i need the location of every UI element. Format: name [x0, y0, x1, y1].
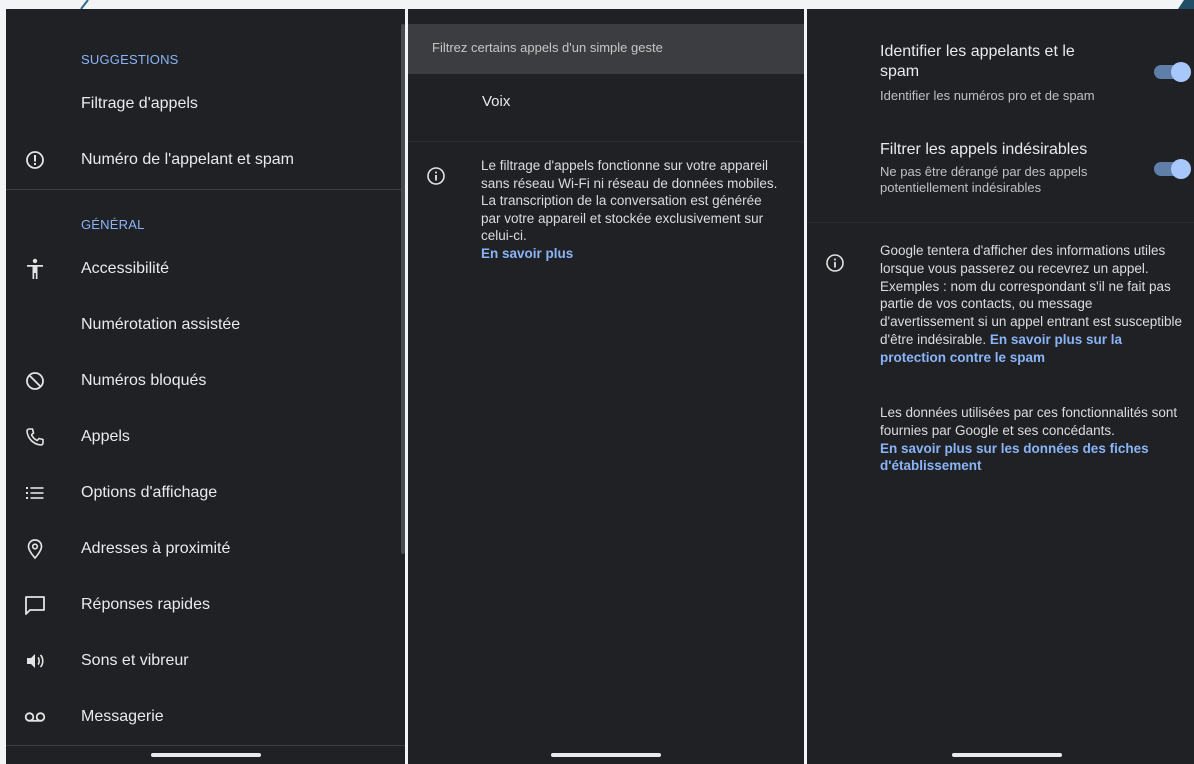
- accessibility-icon: [24, 258, 46, 280]
- settings-item-label: Sons et vibreur: [81, 652, 189, 669]
- filter-spam-toggle[interactable]: [1154, 159, 1191, 179]
- divider: [807, 222, 1194, 223]
- call-screening-header: Filtrez certains appels d'un simple gest…: [408, 24, 804, 74]
- message-icon: [24, 594, 46, 616]
- data-info-text: Les données utilisées par ces fonctionna…: [880, 404, 1190, 475]
- settings-item-label: Adresses à proximité: [81, 540, 231, 557]
- settings-item-call-screening[interactable]: Filtrage d'appels: [6, 76, 405, 132]
- voice-setting[interactable]: Voix: [482, 93, 510, 110]
- settings-item-label: Appels: [81, 428, 130, 445]
- settings-item-blocked-numbers[interactable]: Numéros bloqués: [6, 353, 405, 409]
- header-text: Filtrez certains appels d'un simple gest…: [432, 40, 663, 55]
- home-indicator[interactable]: [952, 753, 1062, 757]
- spam-info-text: Google tentera d'afficher des informatio…: [880, 242, 1190, 367]
- caller-id-spam-panel: Identifier les appelants et le spam Iden…: [807, 9, 1194, 764]
- info-description: Le filtrage d'appels fonctionne sur votr…: [481, 158, 778, 243]
- phone-icon: [24, 426, 46, 448]
- settings-item-voicemail[interactable]: Messagerie: [6, 689, 405, 745]
- section-header-general: GÉNÉRAL: [81, 217, 145, 232]
- list-icon: [24, 482, 46, 504]
- settings-item-label: Messagerie: [81, 708, 164, 725]
- section-header-suggestions: SUGGESTIONS: [81, 52, 179, 67]
- toggle-knob: [1171, 62, 1191, 82]
- settings-item-sounds-vibration[interactable]: Sons et vibreur: [6, 633, 405, 689]
- home-indicator[interactable]: [551, 753, 661, 757]
- identify-callers-toggle[interactable]: [1154, 62, 1191, 82]
- divider: [408, 141, 804, 142]
- toggle-title-filter-spam: Filtrer les appels indésirables: [880, 141, 1088, 158]
- settings-item-assisted-dialing[interactable]: Numérotation assistée: [6, 297, 405, 353]
- learn-more-link[interactable]: En savoir plus: [481, 246, 573, 261]
- divider: [6, 745, 405, 746]
- toggle-knob: [1171, 159, 1191, 179]
- settings-item-caller-id-spam[interactable]: Numéro de l'appelant et spam: [6, 132, 405, 188]
- settings-item-label: Numéros bloqués: [81, 372, 207, 389]
- info-icon: [825, 253, 845, 278]
- info-text: Le filtrage d'appels fonctionne sur votr…: [481, 157, 781, 262]
- location-icon: [24, 538, 46, 560]
- settings-item-label: Réponses rapides: [81, 596, 210, 613]
- settings-item-label: Numéro de l'appelant et spam: [81, 151, 294, 168]
- settings-panel: SUGGESTIONS Filtrage d'appels Numéro de …: [6, 9, 405, 764]
- edge-mark: [80, 0, 89, 9]
- settings-item-label: Filtrage d'appels: [81, 95, 198, 112]
- business-data-link[interactable]: En savoir plus sur les données des fiche…: [880, 441, 1149, 474]
- divider: [6, 189, 405, 190]
- info-icon: [426, 166, 446, 191]
- toggle-title-identify-callers: Identifier les appelants et le spam: [880, 43, 1075, 80]
- voicemail-icon: [24, 706, 46, 728]
- block-icon: [24, 370, 46, 392]
- settings-item-label: Options d'affichage: [81, 484, 218, 501]
- toggle-subtitle-identify-callers: Identifier les numéros pro et de spam: [880, 88, 1095, 103]
- settings-item-label: Accessibilité: [81, 260, 170, 277]
- call-screening-panel: Filtrez certains appels d'un simple gest…: [408, 9, 804, 764]
- data-info-description: Les données utilisées par ces fonctionna…: [880, 405, 1178, 438]
- scrollbar[interactable]: [401, 24, 405, 554]
- settings-item-accessibility[interactable]: Accessibilité: [6, 241, 405, 297]
- home-indicator[interactable]: [151, 753, 261, 757]
- alert-circle-icon: [24, 149, 46, 171]
- settings-item-label: Numérotation assistée: [81, 316, 241, 333]
- toggle-subtitle-filter-spam: Ne pas être dérangé par des appels poten…: [880, 164, 1088, 195]
- volume-icon: [24, 650, 46, 672]
- settings-item-nearby-places[interactable]: Adresses à proximité: [6, 521, 405, 577]
- settings-item-calls[interactable]: Appels: [6, 409, 405, 465]
- settings-item-display-options[interactable]: Options d'affichage: [6, 465, 405, 521]
- settings-item-quick-responses[interactable]: Réponses rapides: [6, 577, 405, 633]
